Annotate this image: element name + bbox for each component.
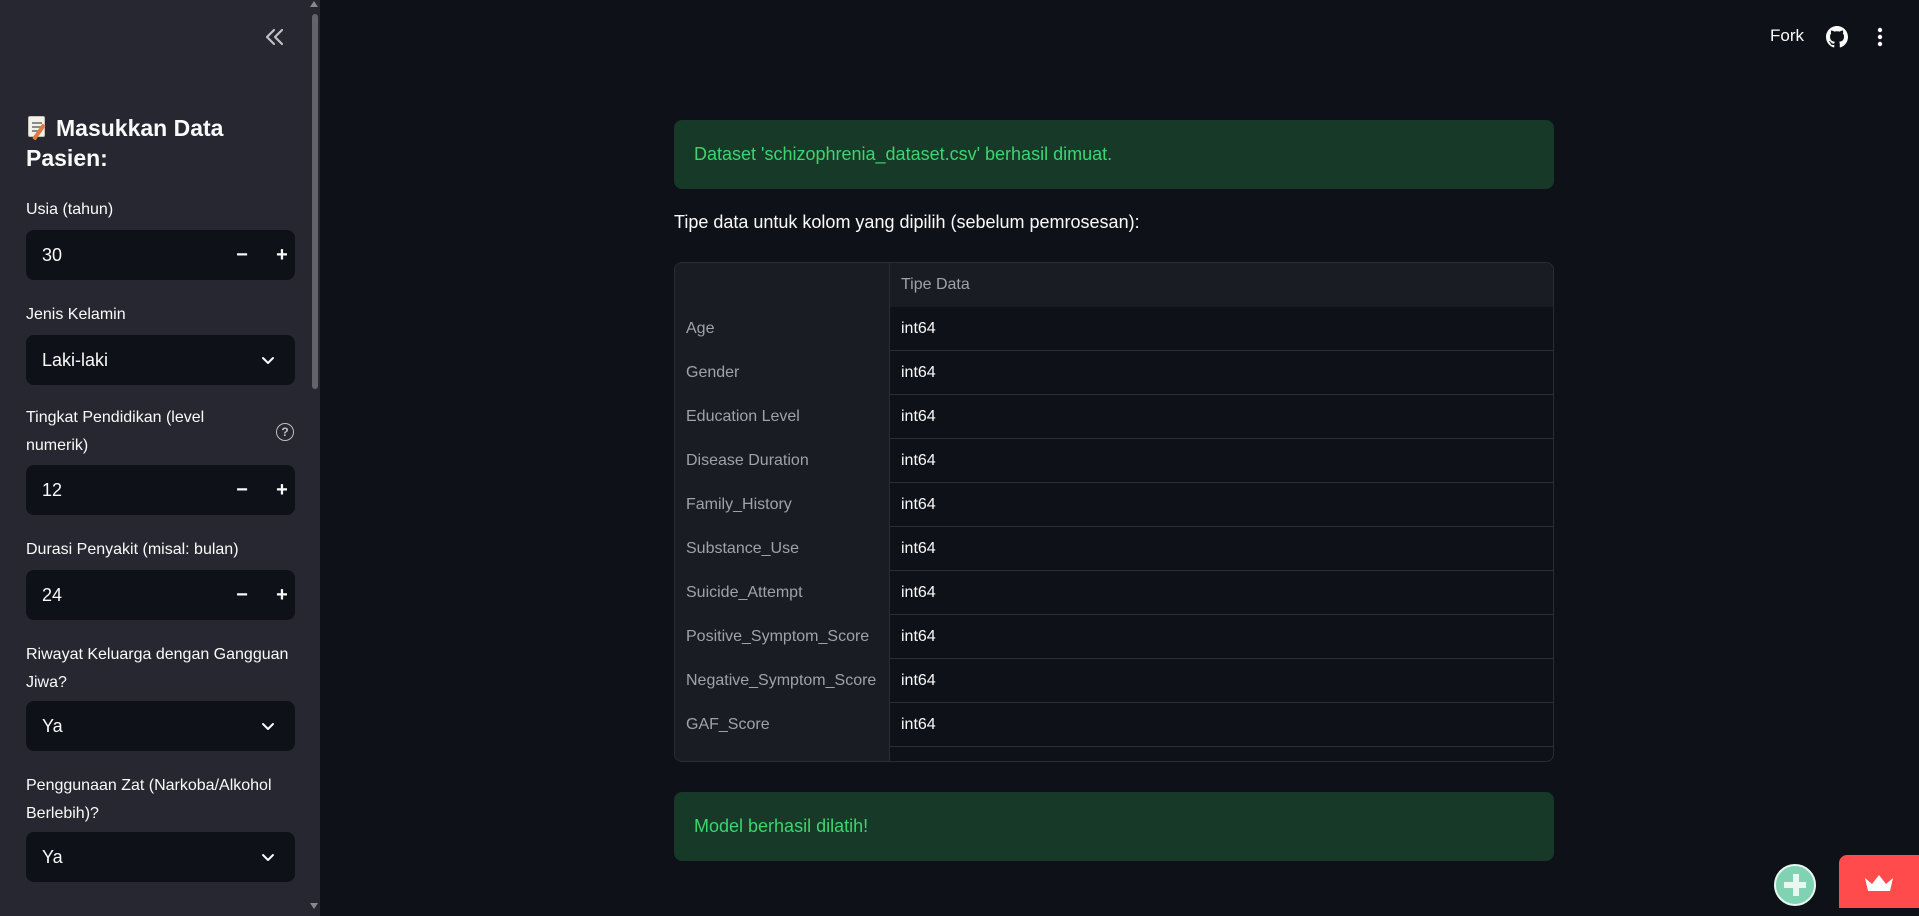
age-decrement-button[interactable]: − — [224, 230, 260, 280]
kebab-menu-icon[interactable] — [1872, 26, 1888, 48]
table-cell: int64 — [901, 364, 936, 381]
sidebar: Masukkan Data Pasien: Usia (tahun) 30 − … — [0, 0, 320, 916]
table-row-index: Family_History — [675, 483, 890, 527]
streamlit-badge[interactable] — [1839, 855, 1919, 910]
substance-use-value: Ya — [42, 847, 63, 867]
table-row-index: Gender — [675, 351, 890, 395]
app-status-icon[interactable] — [1774, 864, 1816, 906]
help-icon[interactable]: ? — [276, 423, 294, 441]
duration-label: Durasi Penyakit (misal: bulan) — [26, 541, 239, 558]
github-icon[interactable] — [1826, 26, 1848, 48]
main-horizontal-scrollbar[interactable] — [320, 908, 1919, 916]
education-input[interactable]: 12 − + — [26, 465, 295, 515]
gender-value: Laki-laki — [42, 350, 109, 370]
table-row: Family_History int64 — [675, 483, 1553, 527]
duration-increment-button[interactable]: + — [264, 570, 300, 620]
age-label: Usia (tahun) — [26, 201, 114, 218]
crown-icon — [1865, 874, 1893, 891]
duration-value[interactable]: 24 — [42, 570, 62, 620]
dataset-loaded-alert: Dataset 'schizophrenia_dataset.csv' berh… — [674, 120, 1554, 189]
age-input[interactable]: 30 − + — [26, 230, 295, 280]
table-row-index: Substance_Use — [675, 527, 890, 571]
table-row: Substance_Use int64 — [675, 527, 1553, 571]
table-cell: int64 — [901, 452, 936, 469]
table-cell: int64 — [901, 716, 936, 733]
dtype-table[interactable]: Tipe Data Age int64 Gender int64 Educati… — [674, 262, 1554, 762]
table-row: Age int64 — [675, 307, 1553, 351]
duration-input[interactable]: 24 − + — [26, 570, 295, 620]
table-row-index: Disease Duration — [675, 439, 890, 483]
chevron-down-icon — [262, 723, 274, 730]
table-row-index: Age — [675, 307, 890, 351]
app: Masukkan Data Pasien: Usia (tahun) 30 − … — [0, 0, 1919, 916]
scroll-down-arrow-icon[interactable] — [310, 903, 318, 909]
model-trained-text: Model berhasil dilatih! — [694, 816, 869, 836]
education-value[interactable]: 12 — [42, 465, 62, 515]
table-row: Suicide_Attempt int64 — [675, 571, 1553, 615]
table-row: Education Level int64 — [675, 395, 1553, 439]
table-header-cell[interactable]: Tipe Data — [890, 263, 1553, 307]
dtype-info-text: Tipe data untuk kolom yang dipilih (sebe… — [674, 212, 1140, 232]
table-row: GAF_Score int64 — [675, 703, 1553, 747]
table-row-partial — [675, 747, 1553, 761]
collapse-sidebar-icon[interactable] — [262, 24, 288, 50]
dataset-loaded-text: Dataset 'schizophrenia_dataset.csv' berh… — [694, 144, 1113, 164]
family-history-select[interactable]: Ya — [26, 701, 295, 751]
family-history-label: Riwayat Keluarga dengan Gangguan Jiwa? — [26, 646, 289, 691]
table-cell — [890, 747, 1553, 761]
sidebar-heading: Masukkan Data Pasien: — [26, 115, 224, 171]
table-row-index: Negative_Symptom_Score — [675, 659, 890, 703]
duration-decrement-button[interactable]: − — [224, 570, 260, 620]
scroll-up-arrow-icon[interactable] — [310, 1, 318, 7]
age-value[interactable]: 30 — [42, 230, 62, 280]
education-increment-button[interactable]: + — [264, 465, 300, 515]
education-label: Tingkat Pendidikan (level numerik) — [26, 409, 205, 454]
memo-icon — [26, 115, 48, 141]
table-row-index — [675, 747, 890, 761]
table-header-row: Tipe Data — [675, 263, 1553, 307]
substance-use-label: Penggunaan Zat (Narkoba/Alkohol Berlebih… — [26, 777, 272, 822]
table-row: Gender int64 — [675, 351, 1553, 395]
gender-select[interactable]: Laki-laki — [26, 335, 295, 385]
table-row-index: Education Level — [675, 395, 890, 439]
fork-button[interactable]: Fork — [1770, 26, 1804, 46]
table-row-index: Suicide_Attempt — [675, 571, 890, 615]
table-row: Positive_Symptom_Score int64 — [675, 615, 1553, 659]
model-trained-alert: Model berhasil dilatih! — [674, 792, 1554, 861]
table-row: Disease Duration int64 — [675, 439, 1553, 483]
table-cell: int64 — [901, 628, 936, 645]
sidebar-scroll-thumb[interactable] — [312, 14, 318, 389]
table-cell: int64 — [901, 672, 936, 689]
substance-use-select[interactable]: Ya — [26, 832, 295, 882]
education-decrement-button[interactable]: − — [224, 465, 260, 515]
table-cell: int64 — [901, 584, 936, 601]
age-increment-button[interactable]: + — [264, 230, 300, 280]
table-cell: int64 — [901, 540, 936, 557]
table-cell: int64 — [901, 408, 936, 425]
table-row-index: GAF_Score — [675, 703, 890, 747]
table-header-index — [675, 263, 890, 307]
table-cell: int64 — [901, 320, 936, 337]
family-history-value: Ya — [42, 716, 63, 736]
table-row-index: Positive_Symptom_Score — [675, 615, 890, 659]
chevron-down-icon — [262, 854, 274, 861]
gender-label: Jenis Kelamin — [26, 306, 126, 323]
chevron-down-icon — [262, 357, 274, 364]
table-cell: int64 — [901, 496, 936, 513]
table-row: Negative_Symptom_Score int64 — [675, 659, 1553, 703]
